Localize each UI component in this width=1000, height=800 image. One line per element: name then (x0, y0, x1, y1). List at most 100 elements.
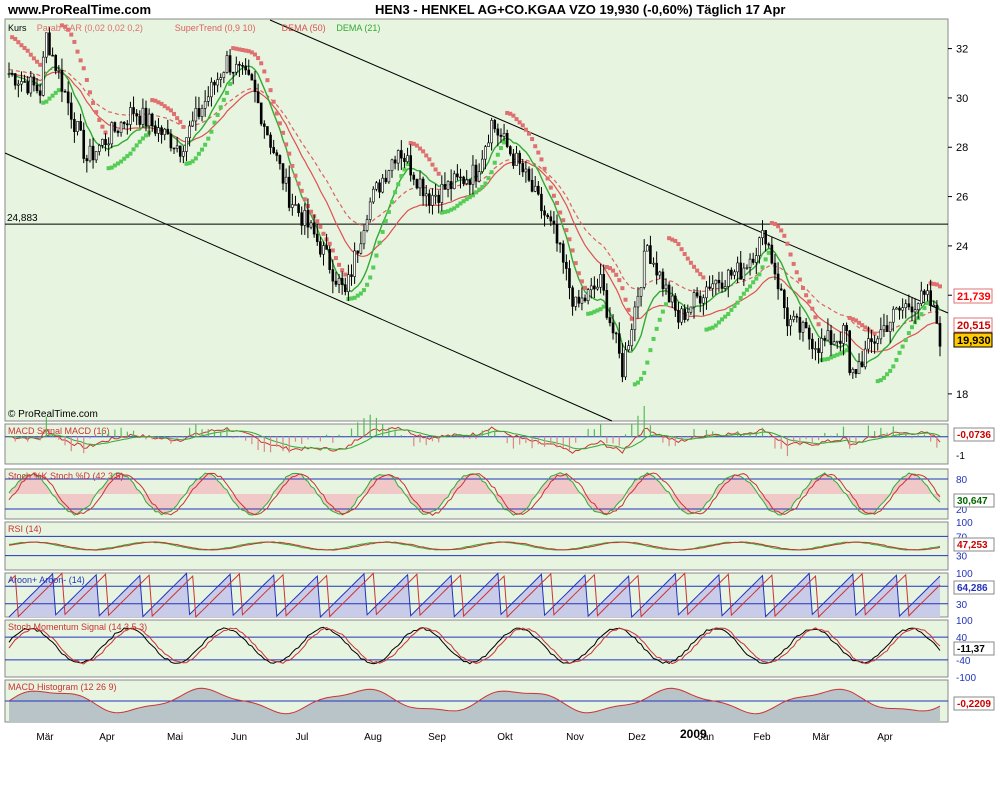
candle-body (870, 338, 873, 343)
sar-dot (489, 170, 494, 175)
aroon-panel-legend: Aroon+ Aroon- (14) (8, 575, 85, 585)
x-axis-label: Mär (36, 732, 54, 743)
sar-dot (427, 157, 432, 162)
sar-dot (897, 350, 902, 355)
sar-dot (688, 260, 693, 265)
sar-dot (433, 167, 438, 172)
candle-body (530, 179, 534, 192)
candle-body (817, 348, 820, 353)
sar-dot (909, 325, 914, 330)
candle-body (157, 127, 160, 134)
candle-body (527, 168, 531, 181)
candle-body (720, 282, 724, 289)
legend-entry: Kurs (8, 23, 27, 33)
sar-dot (203, 142, 208, 147)
candle-body (241, 65, 244, 67)
candle-body (166, 128, 170, 135)
sar-dot (520, 123, 525, 128)
candle-body (141, 107, 145, 125)
legend-entry: Parab SAR (0,02 0,02 0,2) (37, 23, 143, 33)
candle-body (343, 284, 347, 292)
candle-body (605, 289, 609, 318)
sar-dot (498, 146, 503, 151)
sar-dot (224, 90, 229, 95)
candle-body (857, 361, 861, 375)
sar-dot (134, 143, 139, 148)
candle-body (188, 125, 191, 138)
sar-dot (558, 210, 563, 215)
candle-body (225, 55, 229, 73)
sar-dot (906, 331, 911, 336)
candle-body (384, 177, 388, 183)
legend-entry: DEMA (50) (282, 23, 326, 33)
sar-dot (81, 66, 86, 71)
candle-body (920, 290, 923, 304)
sar-dot (486, 176, 491, 181)
sar-dot (894, 357, 899, 362)
sar-dot (495, 152, 500, 157)
candle-body (751, 258, 755, 263)
candle-body (758, 237, 761, 257)
price-value-tag-text: 19,930 (957, 335, 991, 347)
candle-body (178, 145, 182, 157)
sar-dot (533, 144, 538, 149)
sar-dot (72, 39, 77, 44)
candle-body (222, 72, 226, 78)
candle-body (41, 56, 45, 96)
candle-body (219, 77, 223, 80)
sar-dot (25, 48, 30, 53)
candle-body (194, 108, 198, 122)
sar-dot (542, 166, 547, 171)
candle-body (263, 123, 266, 127)
candle-body (60, 70, 64, 92)
candle-body (477, 171, 481, 182)
sar-dot (660, 309, 665, 314)
candle-body (29, 76, 33, 94)
candle-body (926, 290, 929, 295)
candle-body (686, 311, 690, 320)
candle-body (297, 204, 300, 213)
candle-body (789, 319, 792, 327)
sar-dot (729, 307, 734, 312)
candle-body (337, 277, 341, 285)
sar-dot (570, 248, 575, 253)
sar-dot (209, 129, 214, 134)
candle-body (552, 220, 556, 225)
sar-dot (654, 326, 659, 331)
candle-body (347, 274, 350, 292)
macd-histogram-panel-legend: MACD Histogram (12 26 9) (8, 682, 117, 692)
candle-body (97, 145, 101, 152)
sar-dot (816, 322, 821, 327)
candle-body (695, 292, 699, 297)
candle-body (303, 210, 307, 226)
sar-dot (794, 270, 799, 275)
candle-body (253, 79, 257, 93)
sar-dot (511, 113, 516, 118)
sar-dot (844, 348, 849, 353)
candle-body (860, 361, 864, 368)
sar-dot (757, 272, 762, 277)
candle-body (851, 369, 855, 373)
sar-dot (635, 380, 640, 385)
candle-body (471, 164, 475, 185)
candle-body (779, 288, 783, 291)
candle-body (608, 317, 612, 324)
sar-dot (536, 150, 541, 155)
candle-body (505, 132, 509, 147)
candle-body (135, 113, 138, 117)
candle-body (381, 177, 384, 193)
candle-body (437, 194, 440, 203)
candle-body (723, 286, 727, 289)
candle-body (287, 176, 291, 208)
candle-body (873, 341, 876, 344)
candle-body (306, 210, 310, 228)
sar-dot (657, 317, 662, 322)
sar-dot (601, 304, 606, 309)
sar-dot (919, 312, 924, 317)
candle-body (446, 181, 450, 190)
candle-body (574, 296, 577, 307)
candle-body (537, 185, 540, 195)
candle-body (698, 295, 702, 304)
sar-dot (302, 197, 307, 202)
candle-body (589, 285, 593, 290)
